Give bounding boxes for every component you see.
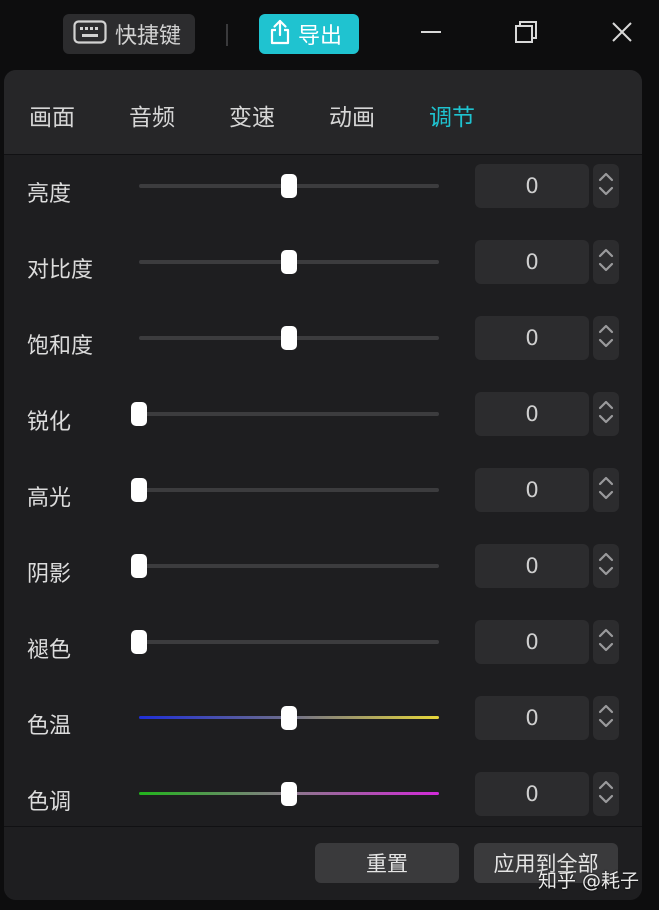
value-input[interactable]: 0 bbox=[475, 316, 589, 360]
value-stepper[interactable] bbox=[593, 240, 619, 284]
tab-audio[interactable]: 音频 bbox=[129, 98, 175, 132]
slider-thumb[interactable] bbox=[131, 478, 147, 502]
stepper-arrows-icon bbox=[598, 321, 614, 355]
adjust-slider[interactable] bbox=[131, 398, 439, 430]
tab-animation[interactable]: 动画 bbox=[329, 98, 375, 132]
value-stepper[interactable] bbox=[593, 696, 619, 740]
adjust-label: 色温 bbox=[27, 714, 72, 739]
value-stepper[interactable] bbox=[593, 772, 619, 816]
slider-thumb[interactable] bbox=[131, 630, 147, 654]
adjust-row-brightness: 亮度 0 bbox=[4, 156, 642, 232]
shortcut-button[interactable]: 快捷键 bbox=[63, 14, 195, 54]
slider-thumb[interactable] bbox=[281, 706, 297, 730]
value-input[interactable]: 0 bbox=[475, 240, 589, 284]
adjust-label: 亮度 bbox=[27, 182, 72, 207]
minimize-icon bbox=[419, 20, 443, 48]
adjust-label: 褪色 bbox=[27, 638, 72, 663]
restore-window-icon bbox=[513, 19, 539, 49]
adjust-slider[interactable] bbox=[139, 778, 439, 810]
slider-thumb[interactable] bbox=[131, 402, 147, 426]
stepper-arrows-icon bbox=[598, 169, 614, 203]
tab-bar: 画面 音频 变速 动画 调节 bbox=[4, 70, 642, 155]
close-button[interactable] bbox=[606, 18, 638, 50]
adjust-label: 高光 bbox=[27, 486, 72, 511]
stepper-arrows-icon bbox=[598, 701, 614, 735]
export-button[interactable]: 导出 bbox=[259, 14, 359, 54]
value-stepper[interactable] bbox=[593, 620, 619, 664]
slider-thumb[interactable] bbox=[281, 174, 297, 198]
adjust-row-sharpen: 锐化 0 bbox=[4, 384, 642, 460]
title-bar: 快捷键 导出 bbox=[0, 0, 659, 70]
value-input[interactable]: 0 bbox=[475, 696, 589, 740]
tab-adjust[interactable]: 调节 bbox=[429, 98, 475, 132]
value-input[interactable]: 0 bbox=[475, 468, 589, 512]
slider-thumb[interactable] bbox=[131, 554, 147, 578]
minimize-button[interactable] bbox=[415, 18, 447, 50]
slider-thumb[interactable] bbox=[281, 326, 297, 350]
value-input[interactable]: 0 bbox=[475, 392, 589, 436]
properties-panel: 画面 音频 变速 动画 调节 亮度 0 对比度 0 饱和度 0 锐化 0 高光 … bbox=[4, 70, 642, 900]
adjust-label: 饱和度 bbox=[27, 334, 94, 359]
value-input[interactable]: 0 bbox=[475, 164, 589, 208]
stepper-arrows-icon bbox=[598, 777, 614, 811]
adjust-label: 锐化 bbox=[27, 410, 72, 435]
tab-picture[interactable]: 画面 bbox=[29, 98, 75, 132]
adjust-slider[interactable] bbox=[139, 322, 439, 354]
adjust-row-fade: 褪色 0 bbox=[4, 612, 642, 688]
stepper-arrows-icon bbox=[598, 625, 614, 659]
value-stepper[interactable] bbox=[593, 316, 619, 360]
close-icon bbox=[610, 20, 634, 48]
stepper-arrows-icon bbox=[598, 549, 614, 583]
stepper-arrows-icon bbox=[598, 397, 614, 431]
adjust-slider[interactable] bbox=[139, 702, 439, 734]
watermark-text: 知乎 @耗子 bbox=[538, 870, 640, 892]
adjust-slider[interactable] bbox=[131, 626, 439, 658]
tab-speed[interactable]: 变速 bbox=[229, 98, 275, 132]
slider-thumb[interactable] bbox=[281, 250, 297, 274]
shortcut-label: 快捷键 bbox=[115, 24, 182, 49]
value-input[interactable]: 0 bbox=[475, 772, 589, 816]
adjust-slider[interactable] bbox=[131, 474, 439, 506]
adjust-row-shadow: 阴影 0 bbox=[4, 536, 642, 612]
export-label: 导出 bbox=[298, 24, 343, 49]
adjust-slider[interactable] bbox=[139, 170, 439, 202]
slider-thumb[interactable] bbox=[281, 782, 297, 806]
adjust-row-saturation: 饱和度 0 bbox=[4, 308, 642, 384]
value-stepper[interactable] bbox=[593, 468, 619, 512]
adjust-row-contrast: 对比度 0 bbox=[4, 232, 642, 308]
value-stepper[interactable] bbox=[593, 544, 619, 588]
reset-button[interactable]: 重置 bbox=[315, 843, 459, 883]
adjust-row-temperature: 色温 0 bbox=[4, 688, 642, 764]
keyboard-icon bbox=[73, 20, 107, 48]
titlebar-divider bbox=[226, 24, 228, 46]
slider-track bbox=[139, 564, 439, 568]
adjust-label: 对比度 bbox=[27, 258, 94, 283]
slider-track bbox=[139, 640, 439, 644]
value-input[interactable]: 0 bbox=[475, 620, 589, 664]
share-icon bbox=[269, 19, 291, 49]
stepper-arrows-icon bbox=[598, 473, 614, 507]
stepper-arrows-icon bbox=[598, 245, 614, 279]
value-stepper[interactable] bbox=[593, 164, 619, 208]
adjust-slider[interactable] bbox=[139, 246, 439, 278]
adjust-row-highlight: 高光 0 bbox=[4, 460, 642, 536]
slider-track bbox=[139, 488, 439, 492]
value-stepper[interactable] bbox=[593, 392, 619, 436]
maximize-button[interactable] bbox=[510, 18, 542, 50]
slider-track bbox=[139, 412, 439, 416]
adjust-label: 阴影 bbox=[27, 562, 72, 587]
value-input[interactable]: 0 bbox=[475, 544, 589, 588]
adjust-slider[interactable] bbox=[131, 550, 439, 582]
adjust-label: 色调 bbox=[27, 790, 72, 815]
